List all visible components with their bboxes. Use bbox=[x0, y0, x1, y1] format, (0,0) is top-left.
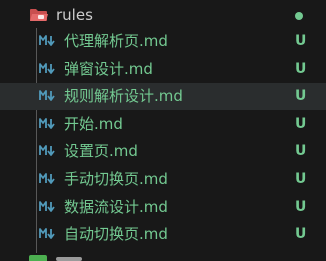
git-status-badge: U bbox=[295, 199, 307, 215]
markdown-icon bbox=[39, 118, 55, 129]
file-item[interactable]: 代理解析页.md U bbox=[0, 28, 326, 55]
git-status-badge: U bbox=[295, 61, 307, 77]
markdown-icon bbox=[39, 90, 55, 101]
markdown-icon bbox=[39, 228, 55, 239]
git-status-badge: U bbox=[295, 116, 307, 132]
git-status-dot bbox=[295, 12, 303, 20]
markdown-icon bbox=[39, 145, 55, 156]
file-name: 规则解析设计.md bbox=[64, 87, 183, 105]
folder-name-clipped bbox=[56, 257, 82, 261]
file-item[interactable]: 弹窗设计.md U bbox=[0, 56, 326, 83]
folder-rules[interactable]: rules bbox=[0, 2, 326, 28]
file-item[interactable]: 规则解析设计.md U bbox=[0, 83, 326, 110]
file-explorer-tree: rules 代理解析页.md U 弹窗设计.md U 规则解析设计.md U 开始.md U 设… bbox=[0, 0, 326, 261]
next-folder-partial[interactable] bbox=[0, 253, 326, 261]
file-name: 设置页.md bbox=[64, 142, 138, 160]
file-name: 弹窗设计.md bbox=[64, 60, 153, 78]
git-status-badge: U bbox=[295, 88, 307, 104]
git-status-badge: U bbox=[295, 143, 307, 159]
file-item[interactable]: 自动切换页.md U bbox=[0, 221, 326, 248]
file-item[interactable]: 数据流设计.md U bbox=[0, 194, 326, 221]
file-item[interactable]: 设置页.md U bbox=[0, 138, 326, 165]
file-name: 开始.md bbox=[64, 115, 123, 133]
folder-open-icon bbox=[30, 9, 48, 21]
markdown-icon bbox=[39, 63, 55, 74]
file-name: 数据流设计.md bbox=[64, 198, 168, 216]
markdown-icon bbox=[39, 173, 55, 184]
markdown-icon bbox=[39, 35, 55, 46]
file-name: 代理解析页.md bbox=[64, 32, 168, 50]
git-status-badge: U bbox=[295, 226, 307, 242]
folder-icon bbox=[29, 255, 47, 261]
file-item[interactable]: 开始.md U bbox=[0, 111, 326, 138]
git-status-badge: U bbox=[295, 171, 307, 187]
git-status-badge: U bbox=[295, 33, 307, 49]
folder-name: rules bbox=[56, 6, 93, 24]
file-name: 自动切换页.md bbox=[64, 225, 168, 243]
markdown-icon bbox=[39, 201, 55, 212]
file-name: 手动切换页.md bbox=[64, 170, 168, 188]
file-item[interactable]: 手动切换页.md U bbox=[0, 166, 326, 193]
